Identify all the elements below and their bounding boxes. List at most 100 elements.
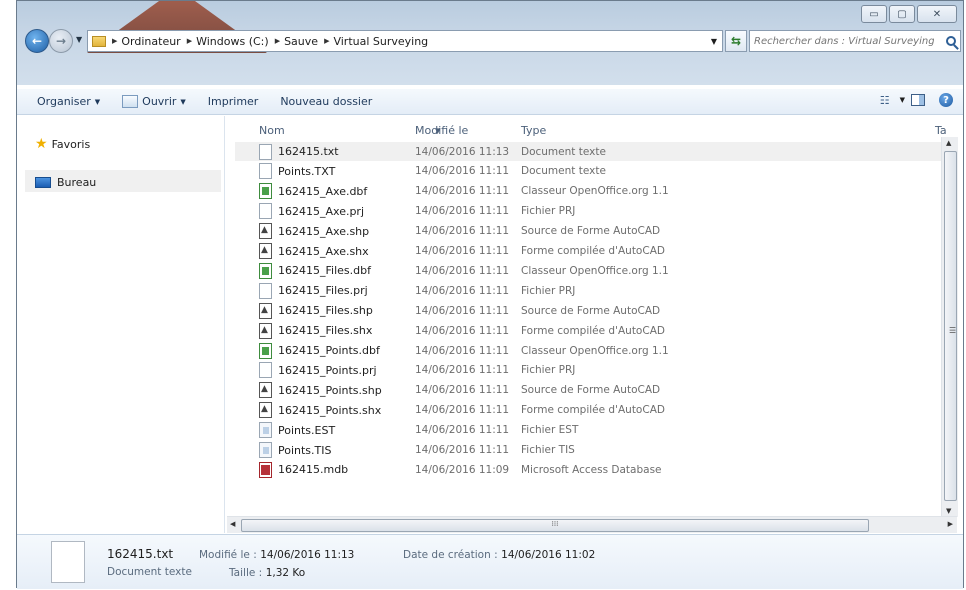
file-type-cell: Fichier EST: [521, 424, 579, 437]
scroll-up-icon[interactable]: ▲: [946, 139, 951, 147]
chevron-right-icon[interactable]: ▶: [275, 37, 280, 45]
back-arrow-icon: ←: [31, 34, 43, 48]
ouvrir-menu[interactable]: Ouvrir ▼: [122, 95, 186, 108]
vertical-scrollbar[interactable]: ▲ ☰ ▼: [941, 137, 958, 517]
file-name-cell[interactable]: 162415_Files.dbf: [259, 262, 371, 279]
column-header-type[interactable]: Type: [521, 124, 546, 137]
file-row[interactable]: 162415.mdb 14/06/2016 11:09 Microsoft Acce…: [235, 460, 941, 479]
chevron-down-icon[interactable]: ▼: [900, 96, 905, 104]
minimize-button[interactable]: ▭: [861, 5, 887, 23]
details-created-label: Date de création :: [403, 549, 498, 561]
column-header-size[interactable]: Ta: [935, 124, 947, 137]
breadcrumb-ordinateur[interactable]: Ordinateur: [121, 35, 180, 48]
details-created: Date de création : 14/06/2016 11:02: [403, 548, 595, 561]
chevron-right-icon[interactable]: ▶: [324, 37, 329, 45]
file-type-cell: Forme compilée d'AutoCAD: [521, 404, 665, 417]
file-row[interactable]: 162415_Points.prj 14/06/2016 11:11 Fichier…: [235, 361, 941, 380]
imprimer-button[interactable]: Imprimer: [208, 95, 259, 108]
file-modified-cell: 14/06/2016 11:11: [415, 364, 510, 377]
close-button[interactable]: ✕: [917, 5, 957, 23]
file-row[interactable]: 162415_Files.prj 14/06/2016 11:11 Fichier …: [235, 281, 941, 300]
grip-icon: ⁞⁞⁞: [551, 520, 559, 528]
column-header-modified[interactable]: Modifié le: [415, 124, 468, 137]
nav-item-bureau[interactable]: Bureau: [35, 176, 96, 189]
file-row[interactable]: 162415_Axe.shx 14/06/2016 11:11 Forme comp…: [235, 242, 941, 261]
file-name-cell[interactable]: 162415_Axe.shp: [259, 223, 369, 240]
file-name-cell[interactable]: 162415_Files.prj: [259, 282, 368, 299]
file-name: 162415_Axe.dbf: [278, 184, 368, 198]
generic-file-icon: [259, 422, 272, 439]
file-name-cell[interactable]: 162415_Points.shx: [259, 402, 381, 419]
column-header-name[interactable]: Nom: [259, 124, 285, 137]
file-modified-cell: 14/06/2016 11:11: [415, 284, 510, 297]
navigation-row: ← → ▼ ▶ Ordinateur ▶ Windows (C:) ▶ Sauv…: [21, 27, 961, 55]
address-bar[interactable]: ▶ Ordinateur ▶ Windows (C:) ▶ Sauve ▶ Vi…: [87, 30, 723, 52]
chevron-right-icon[interactable]: ▶: [112, 37, 117, 45]
file-row[interactable]: 162415_Points.dbf 14/06/2016 11:11 Classeu…: [235, 341, 941, 360]
breadcrumb-windows-c[interactable]: Windows (C:): [196, 35, 269, 48]
autocad-file-icon: [259, 302, 272, 319]
file-row[interactable]: 162415_Points.shx 14/06/2016 11:11 Forme c…: [235, 401, 941, 420]
view-options-icon[interactable]: ☷: [880, 94, 890, 107]
file-modified-cell: 14/06/2016 11:11: [415, 165, 510, 178]
file-name-cell[interactable]: 162415_Axe.dbf: [259, 183, 368, 200]
file-row[interactable]: 162415_Points.shp 14/06/2016 11:11 Source …: [235, 381, 941, 400]
file-name-cell[interactable]: 162415.mdb: [259, 461, 348, 478]
file-row[interactable]: 162415.txt 14/06/2016 11:13 Document texte: [235, 142, 941, 161]
file-row[interactable]: 162415_Files.shp 14/06/2016 11:11 Source d…: [235, 301, 941, 320]
file-name-cell[interactable]: 162415_Files.shp: [259, 302, 373, 319]
help-icon[interactable]: ?: [939, 93, 953, 107]
file-type-cell: Fichier PRJ: [521, 284, 576, 297]
search-icon[interactable]: [946, 36, 956, 46]
file-modified-cell: 14/06/2016 11:11: [415, 225, 510, 238]
file-name: 162415_Files.dbf: [278, 264, 371, 278]
file-name-cell[interactable]: Points.TXT: [259, 163, 335, 180]
text-file-icon: [259, 163, 272, 180]
file-modified-cell: 14/06/2016 11:11: [415, 444, 510, 456]
address-dropdown-icon[interactable]: ▼: [706, 37, 722, 46]
file-name-cell[interactable]: 162415_Files.shx: [259, 322, 373, 339]
file-modified-cell: 14/06/2016 11:11: [415, 185, 510, 198]
file-name-cell[interactable]: Points.TIS: [259, 442, 332, 458]
back-button[interactable]: ←: [25, 29, 49, 53]
breadcrumb-sauve[interactable]: Sauve: [284, 35, 318, 48]
organiser-menu[interactable]: Organiser ▼: [37, 95, 100, 108]
horizontal-scroll-thumb[interactable]: ⁞⁞⁞: [241, 519, 869, 532]
file-name-cell[interactable]: 162415_Points.shp: [259, 382, 382, 399]
maximize-button[interactable]: ▢: [889, 5, 915, 23]
refresh-button[interactable]: ⇆: [725, 30, 747, 52]
horizontal-scrollbar[interactable]: ◀ ⁞⁞⁞ ▶: [227, 516, 957, 533]
notepad-icon: [122, 95, 139, 108]
forward-button[interactable]: →: [49, 29, 73, 53]
scroll-left-icon[interactable]: ◀: [230, 520, 235, 528]
file-name-cell[interactable]: 162415_Points.prj: [259, 362, 377, 379]
file-name-cell[interactable]: 162415_Points.dbf: [259, 342, 380, 359]
chevron-right-icon[interactable]: ▶: [187, 37, 192, 45]
preview-pane-icon[interactable]: [911, 94, 925, 106]
search-input[interactable]: [754, 35, 934, 47]
search-box[interactable]: [749, 30, 961, 52]
file-name-cell[interactable]: 162415_Axe.prj: [259, 203, 364, 220]
file-name: 162415_Files.shx: [278, 324, 373, 338]
file-row[interactable]: Points.EST 14/06/2016 11:11 Fichier EST: [235, 421, 941, 440]
file-row[interactable]: Points.TIS 14/06/2016 11:11 Fichier TIS: [235, 441, 941, 460]
vertical-scroll-thumb[interactable]: ☰: [944, 151, 957, 501]
file-name-cell[interactable]: 162415_Axe.shx: [259, 243, 369, 259]
file-row[interactable]: 162415_Files.shx 14/06/2016 11:11 Forme co…: [235, 321, 941, 340]
nav-item-favoris[interactable]: ★ Favoris: [35, 136, 90, 152]
file-row[interactable]: 162415_Files.dbf 14/06/2016 11:11 Classeur…: [235, 261, 941, 280]
file-name-cell[interactable]: 162415.txt: [259, 143, 339, 160]
autocad-file-icon: [259, 402, 272, 419]
file-row[interactable]: 162415_Axe.dbf 14/06/2016 11:11 Classeur O…: [235, 182, 941, 201]
file-row[interactable]: 162415_Axe.shp 14/06/2016 11:11 Source de …: [235, 222, 941, 241]
recent-pages-dropdown[interactable]: ▼: [76, 35, 82, 44]
scroll-right-icon[interactable]: ▶: [948, 520, 953, 528]
generic-file-icon: [259, 442, 272, 458]
breadcrumb-virtual-surveying[interactable]: Virtual Surveying: [333, 35, 428, 48]
file-name-cell[interactable]: Points.EST: [259, 422, 335, 439]
file-row[interactable]: Points.TXT 14/06/2016 11:11 Document texte: [235, 162, 941, 181]
chevron-down-icon: ▼: [180, 97, 186, 106]
new-folder-button[interactable]: Nouveau dossier: [280, 95, 372, 108]
file-row[interactable]: 162415_Axe.prj 14/06/2016 11:11 Fichier PR…: [235, 202, 941, 221]
scroll-down-icon[interactable]: ▼: [946, 507, 951, 515]
